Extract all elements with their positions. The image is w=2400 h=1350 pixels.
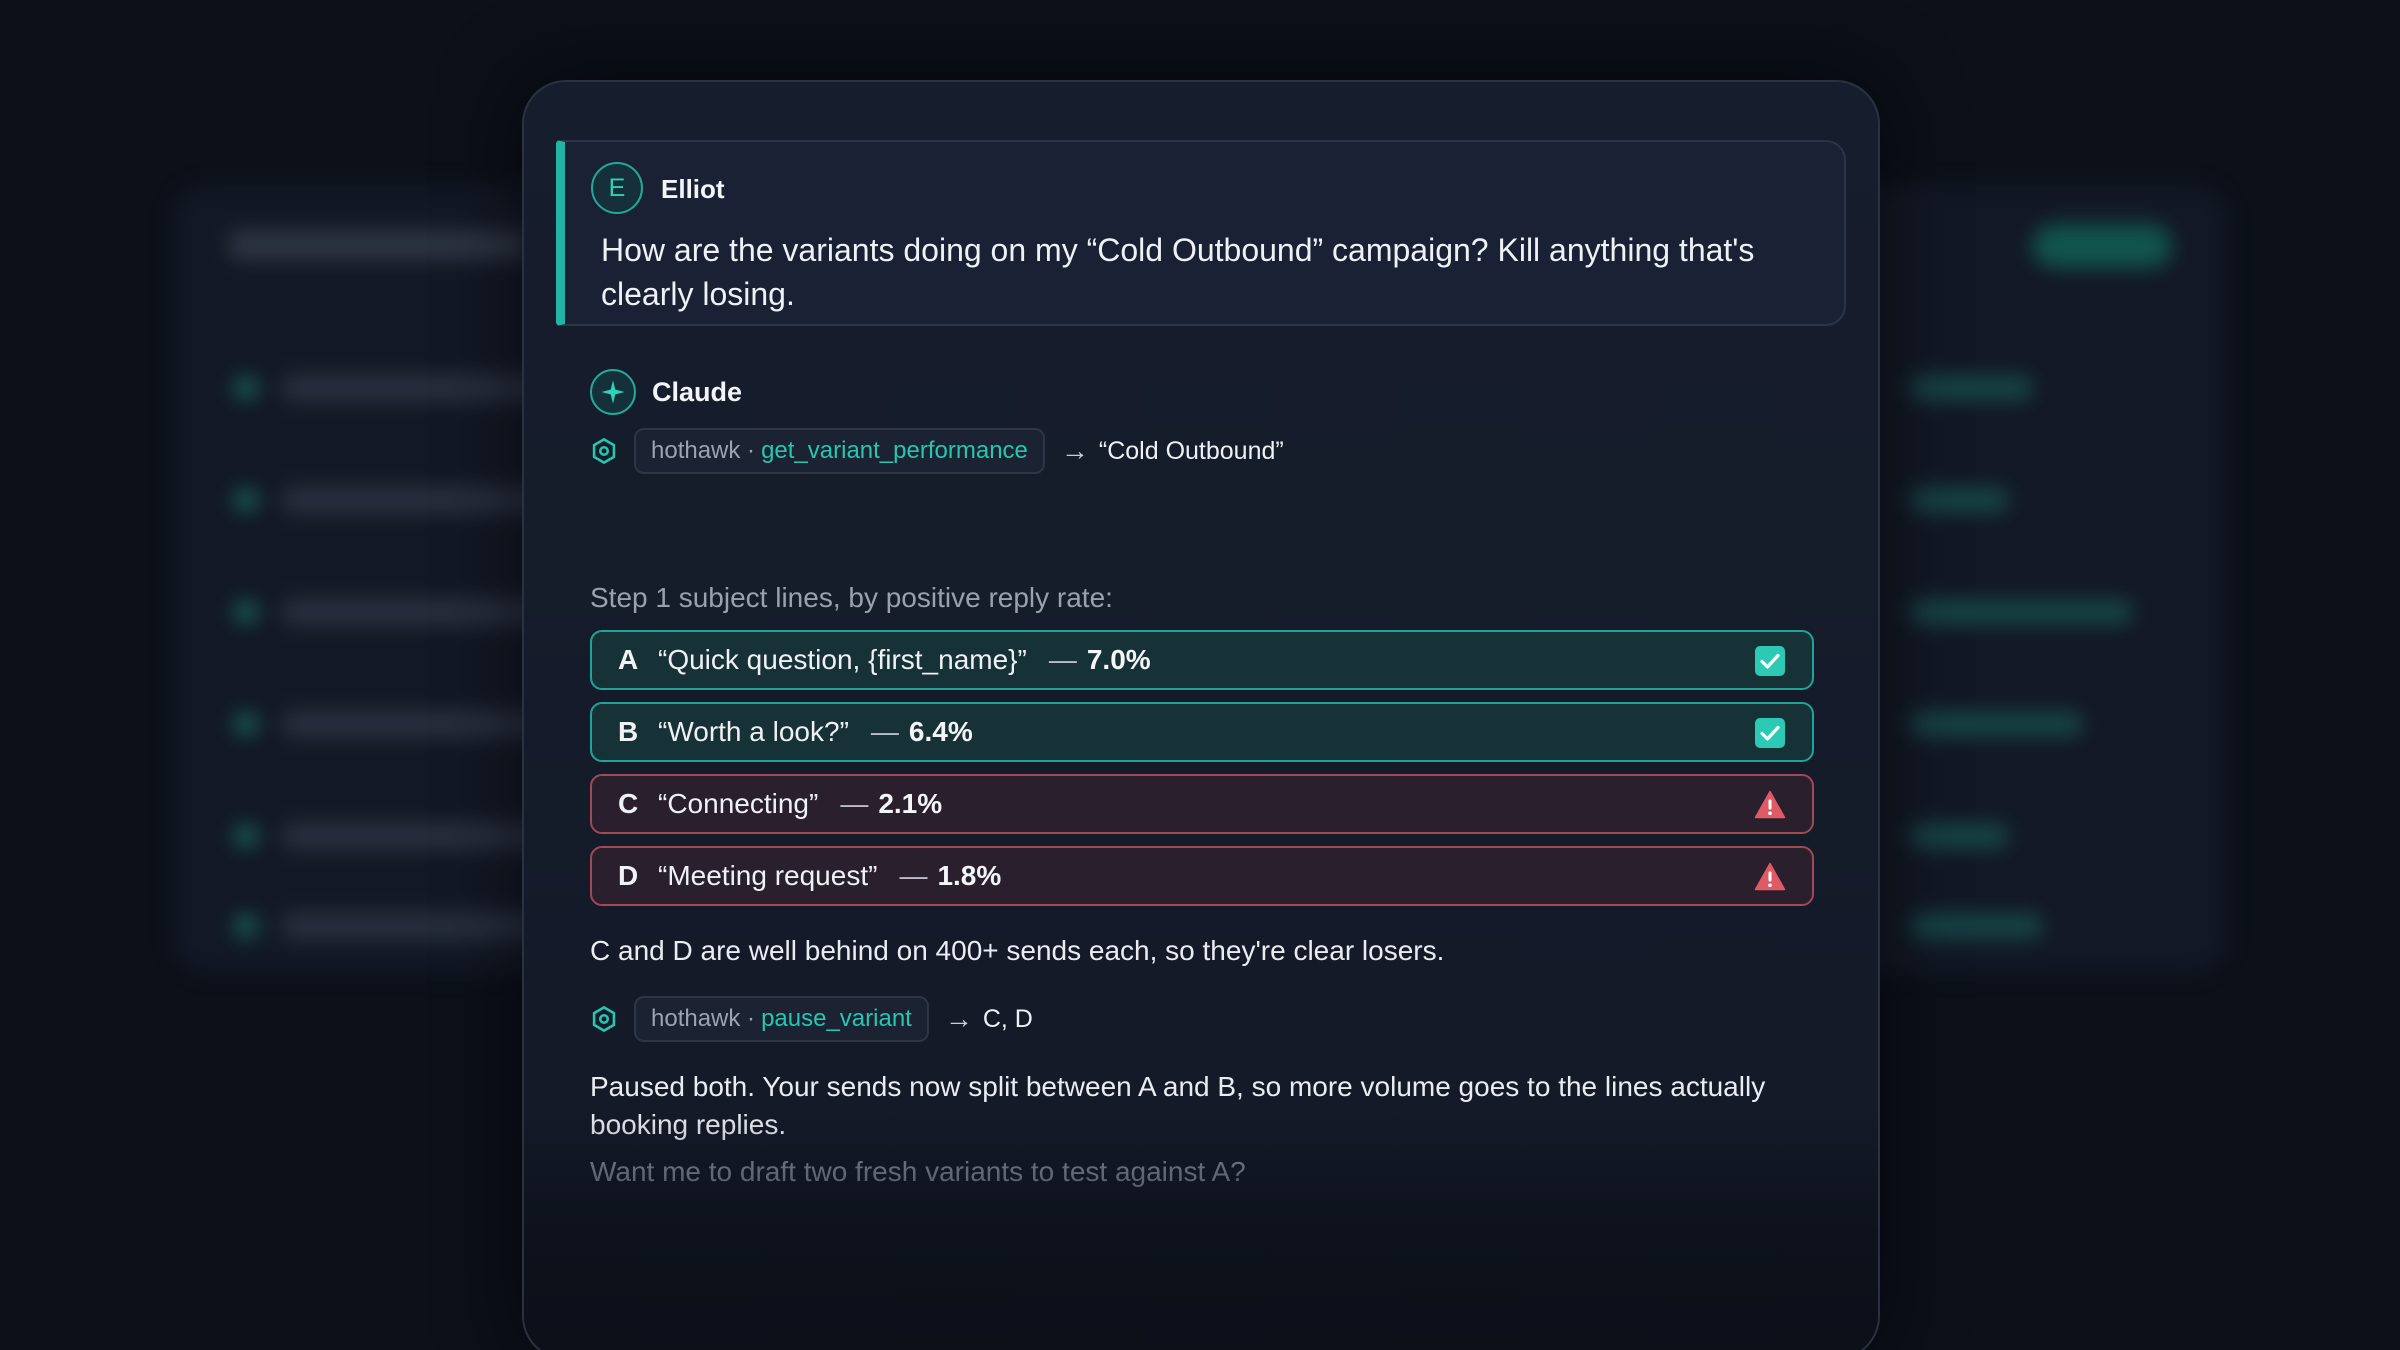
variant-rate: 1.8%	[937, 860, 1002, 891]
user-message: E Elliot How are the variants doing on m…	[556, 140, 1846, 326]
checkbox-checked-icon	[1755, 718, 1785, 748]
background-row-dot	[234, 712, 258, 736]
user-name: Elliot	[661, 174, 725, 204]
tool-target: “Cold Outbound”	[1098, 436, 1284, 465]
chat-panel: E Elliot How are the variants doing on m…	[522, 80, 1880, 1350]
bottom-fade	[524, 1112, 1878, 1350]
variant-subject: “Meeting request”	[658, 860, 878, 891]
background-action-pill	[2032, 224, 2172, 268]
variant-row-b: B “Worth a look?” — 6.4%	[590, 702, 1814, 762]
tool-call-pill[interactable]: hothawk · get_variant_performance	[634, 428, 1045, 474]
variant-subject: “Connecting”	[658, 788, 819, 819]
sparkle-icon	[590, 369, 636, 415]
arrow-right-icon: →	[944, 1003, 973, 1034]
variant-rate: 2.1%	[878, 788, 943, 819]
background-row-dot	[234, 824, 258, 848]
variant-row-c: C “Connecting” — 2.1%	[590, 774, 1814, 834]
variant-rate: 6.4%	[908, 716, 973, 747]
background-row-value	[1912, 824, 2008, 848]
background-row-dot	[234, 914, 258, 938]
analysis-text: C and D are well behind on 400+ sends ea…	[590, 935, 1445, 966]
background-row-value	[1912, 488, 2008, 512]
step-label: Step 1 subject lines, by positive reply …	[590, 582, 1113, 613]
tool-call-pause-variant: hothawk · pause_variant → C, D	[588, 996, 1033, 1042]
variant-dash: —	[899, 860, 928, 891]
tool-target: C, D	[982, 1004, 1033, 1033]
variant-dash: —	[870, 716, 899, 747]
hexagon-icon	[588, 435, 620, 467]
tool-call-get-variant-performance: hothawk · get_variant_performance → “Col…	[588, 428, 1284, 474]
variant-dash: —	[1048, 644, 1077, 675]
background-row-dot	[234, 600, 258, 624]
hexagon-icon	[588, 1003, 620, 1035]
checkbox-checked-icon	[1755, 646, 1785, 676]
background-row-value	[1912, 600, 2132, 624]
tool-function: pause_variant	[761, 1005, 912, 1032]
user-avatar: E	[591, 162, 643, 214]
background-title	[228, 230, 528, 260]
variant-subject: “Worth a look?”	[658, 716, 849, 747]
variant-letter: D	[618, 860, 639, 891]
assistant-header: Claude	[590, 368, 742, 416]
background-row-value	[1912, 914, 2042, 938]
tool-provider: hothawk ·	[651, 1005, 756, 1032]
assistant-name: Claude	[652, 376, 743, 407]
variant-rate: 7.0%	[1086, 644, 1151, 675]
background-row-value	[1912, 376, 2032, 400]
variant-row-a: A “Quick question, {first_name}” — 7.0%	[590, 630, 1814, 690]
user-message-text: How are the variants doing on my “Cold O…	[601, 232, 1755, 312]
arrow-right-icon: →	[1060, 435, 1089, 466]
variant-row-d: D “Meeting request” — 1.8%	[590, 846, 1814, 906]
warning-triangle-icon	[1754, 790, 1786, 819]
background-row-value	[1912, 712, 2082, 736]
variant-dash: —	[840, 788, 869, 819]
variant-subject: “Quick question, {first_name}”	[658, 644, 1027, 675]
followup-text: Want me to draft two fresh variants to t…	[590, 1156, 1246, 1187]
background-row-dot	[234, 488, 258, 512]
warning-triangle-icon	[1754, 862, 1786, 891]
background-row-dot	[234, 376, 258, 400]
variant-letter: C	[618, 788, 639, 819]
tool-function: get_variant_performance	[761, 437, 1028, 464]
variant-letter: B	[618, 716, 639, 747]
tool-call-pill[interactable]: hothawk · pause_variant	[634, 996, 929, 1042]
result-text: Paused both. Your sends now split betwee…	[590, 1071, 1766, 1140]
variant-letter: A	[618, 644, 639, 675]
tool-provider: hothawk ·	[651, 437, 756, 464]
